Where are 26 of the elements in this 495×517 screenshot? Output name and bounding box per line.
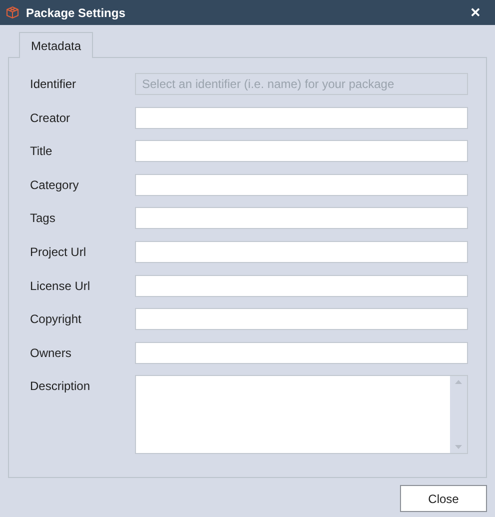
field-label: Tags	[30, 210, 56, 228]
cube-icon	[6, 6, 19, 19]
field-label: Category	[30, 176, 80, 194]
text-field[interactable]	[135, 342, 468, 364]
field-label: Project Url	[30, 244, 88, 261]
field-label: Creator	[30, 110, 72, 127]
text-field[interactable]	[135, 274, 468, 297]
field-label: Identifier	[30, 76, 78, 93]
text-field[interactable]	[135, 308, 468, 330]
field-label: Title	[30, 143, 54, 160]
text-field[interactable]	[135, 174, 468, 196]
text-field[interactable]	[135, 207, 468, 230]
window-title: Package Settings	[26, 4, 126, 22]
scrollbar[interactable]	[450, 376, 467, 454]
text-field[interactable]	[135, 140, 468, 162]
field-label: Copyright	[30, 311, 82, 328]
text-field[interactable]	[135, 240, 468, 263]
field-label: Description	[30, 378, 92, 396]
description-field[interactable]	[135, 375, 468, 454]
field-label: License Url	[30, 278, 92, 295]
text-field[interactable]	[135, 106, 468, 129]
tab[interactable]: Metadata	[19, 32, 94, 58]
close-button[interactable]: Close	[400, 485, 487, 512]
scroll-down-icon[interactable]	[455, 445, 462, 450]
field-label: Owners	[30, 344, 72, 362]
scroll-up-icon[interactable]	[455, 380, 462, 384]
